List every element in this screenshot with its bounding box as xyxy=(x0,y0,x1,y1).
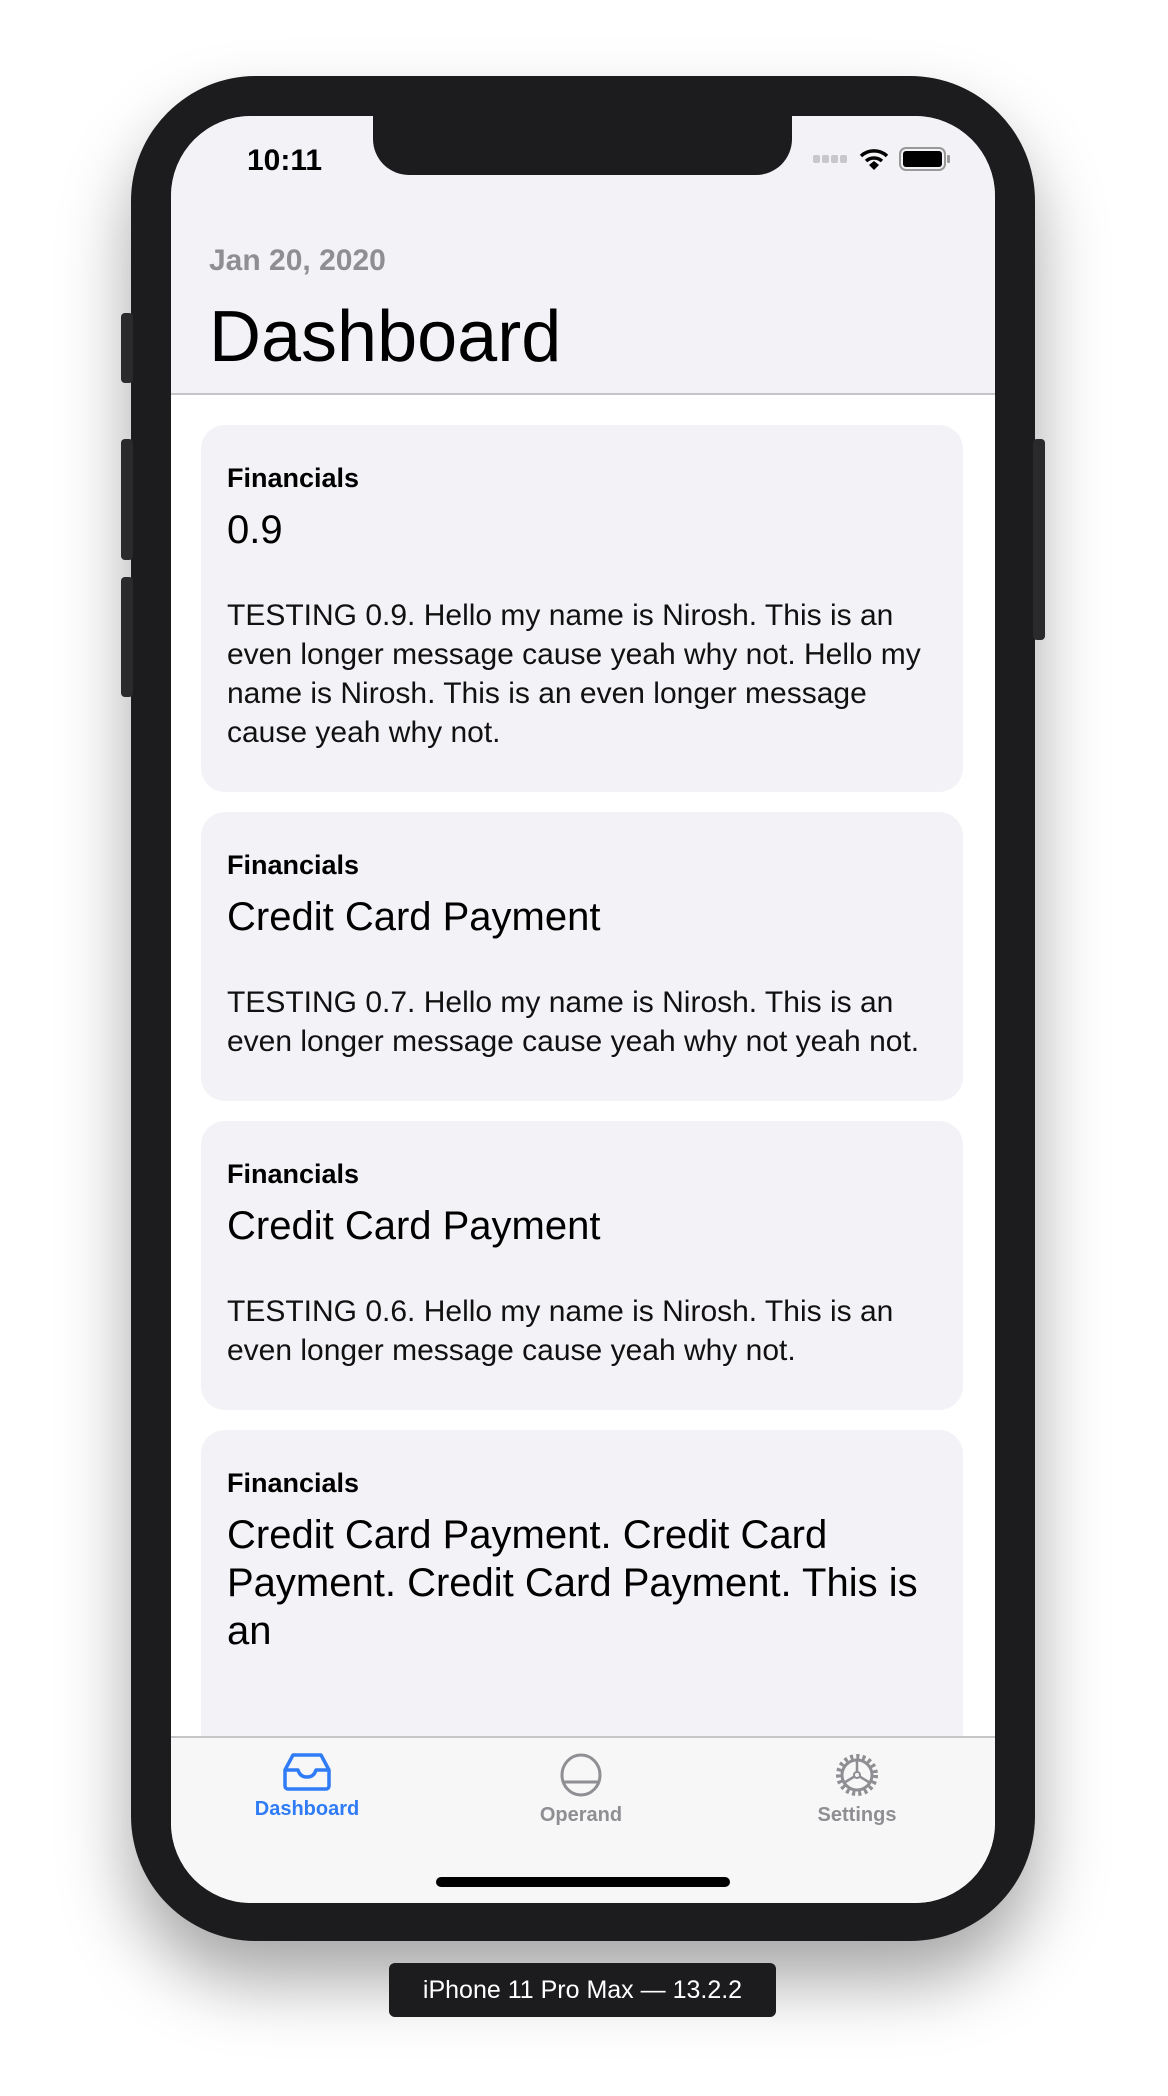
tab-label: Dashboard xyxy=(254,1798,360,1820)
status-time: 10:11 xyxy=(247,144,323,177)
battery-icon xyxy=(899,147,950,171)
card-body: TESTING 0.9. Hello my name is Nirosh. Th… xyxy=(227,599,921,749)
device-label: iPhone 11 Pro Max — 13.2.2 xyxy=(389,1963,776,2017)
home-indicator[interactable] xyxy=(436,1877,730,1887)
status-icons xyxy=(813,146,951,172)
silent-switch xyxy=(121,313,133,383)
screen: 10:11 Jan 20, 2020 Dashboard Financials … xyxy=(171,116,995,1903)
card-body: TESTING 0.6. Hello my name is Nirosh. Th… xyxy=(227,1295,894,1367)
volume-down-button xyxy=(121,577,133,697)
card-title: 0.9 xyxy=(227,508,283,552)
card-title: Credit Card Payment. Credit Card Payment… xyxy=(227,1513,918,1653)
tab-label: Settings xyxy=(817,1804,897,1826)
tray-icon xyxy=(283,1753,331,1791)
card-category: Financials xyxy=(227,850,360,880)
tab-settings[interactable]: Settings xyxy=(757,1752,957,1827)
tab-label: Operand xyxy=(539,1804,623,1826)
volume-up-button xyxy=(121,439,133,560)
notification-card[interactable]: Financials Credit Card Payment TESTING 0… xyxy=(201,812,963,1101)
power-button xyxy=(1033,439,1045,640)
notification-card[interactable]: Financials Credit Card Payment TESTING 0… xyxy=(201,1121,963,1410)
circle-half-icon xyxy=(560,1753,602,1797)
gear-icon xyxy=(836,1754,878,1796)
card-list[interactable]: Financials 0.9 TESTING 0.9. Hello my nam… xyxy=(201,425,963,1850)
signal-icon xyxy=(813,155,847,163)
tab-dashboard[interactable]: Dashboard xyxy=(207,1752,407,1821)
header-date: Jan 20, 2020 xyxy=(209,244,386,277)
card-title: Credit Card Payment xyxy=(227,1204,601,1248)
card-title: Credit Card Payment xyxy=(227,895,601,939)
card-category: Financials xyxy=(227,463,360,493)
card-category: Financials xyxy=(227,1159,360,1189)
tab-operand[interactable]: Operand xyxy=(481,1752,681,1827)
page-title: Dashboard xyxy=(209,297,562,377)
notch xyxy=(373,116,792,175)
notification-card[interactable]: Financials 0.9 TESTING 0.9. Hello my nam… xyxy=(201,425,963,792)
card-category: Financials xyxy=(227,1468,360,1498)
wifi-icon xyxy=(859,149,889,170)
card-body: TESTING 0.7. Hello my name is Nirosh. Th… xyxy=(227,986,920,1058)
